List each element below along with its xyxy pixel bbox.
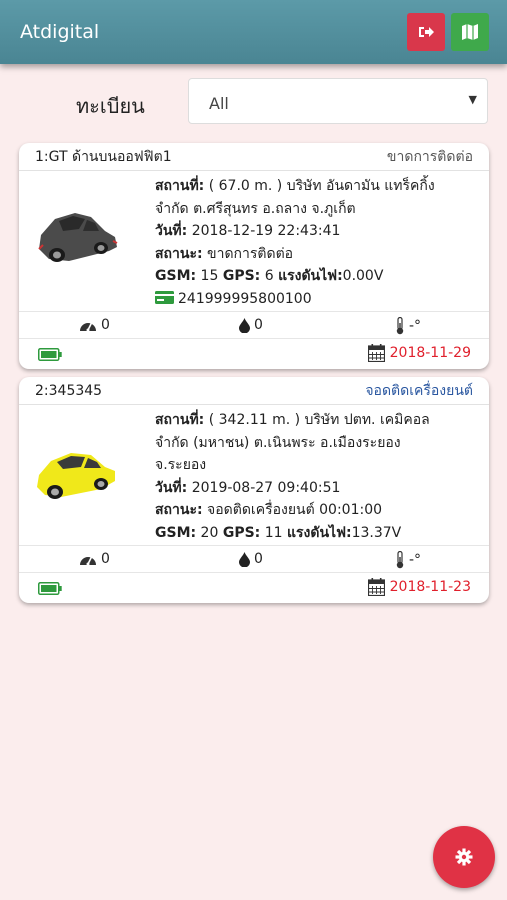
- date-value: 2019-08-27 09:40:51: [187, 479, 341, 496]
- fuel-value: 0: [254, 551, 263, 567]
- state-label: สถานะ:: [155, 245, 203, 262]
- card-footer: 2018-11-29: [19, 339, 489, 369]
- location-row: สถานที่: ( 67.0 m. ) บริษัท อันดามัน แทร…: [155, 175, 485, 198]
- gsm-label: GSM:: [155, 268, 197, 284]
- speed-value: 0: [101, 317, 110, 333]
- vehicle-info: สถานที่: ( 67.0 m. ) บริษัท อันดามัน แทร…: [155, 175, 485, 310]
- card-header: 1:GT ด้านบนออฟฟิต1 ขาดการติดต่อ: [19, 143, 489, 171]
- app-bar: Atdigital: [0, 0, 507, 64]
- map-button[interactable]: [451, 13, 489, 51]
- state-row: สถานะ: ขาดการติดต่อ: [155, 243, 485, 266]
- caret-down-icon: ▼: [468, 93, 477, 106]
- sim-number: 241999995800100: [178, 290, 312, 307]
- car-gray-icon: [38, 213, 118, 262]
- settings-button[interactable]: [433, 826, 495, 888]
- signal-row: GSM: 20 GPS: 11 แรงดันไฟ:13.37V: [155, 522, 485, 545]
- date-label: วันที่:: [155, 479, 188, 496]
- speedometer-icon: [80, 321, 96, 332]
- volt-label: แรงดันไฟ:: [278, 268, 343, 284]
- gps-label: GPS:: [222, 268, 261, 284]
- location-row-2: จำกัด (มหาชน) ต.เนินพระ อ.เมืองระยอง: [155, 434, 401, 451]
- card-footer: 2018-11-23: [19, 573, 489, 603]
- location-row: สถานที่: ( 342.11 m. ) บริษัท ปตท. เคมิค…: [155, 409, 485, 432]
- vehicle-name: 2:345345: [35, 382, 103, 399]
- filter-label: ทะเบียน: [76, 94, 145, 118]
- gsm-value: 20: [196, 524, 223, 541]
- expire-date-value: 2018-11-29: [389, 345, 471, 361]
- vehicle-status: ขาดการติดต่อ: [386, 148, 473, 165]
- temperature-sensor: -°: [395, 551, 421, 569]
- location-row-2: จำกัด ต.ศรีสุนทร อ.ถลาง จ.ภูเก็ต: [155, 200, 356, 217]
- vehicle-name: 1:GT ด้านบนออฟฟิต1: [35, 148, 172, 165]
- speed-sensor: 0: [79, 551, 110, 567]
- speedometer-icon: [80, 555, 96, 566]
- date-label: วันที่:: [155, 223, 188, 239]
- sign-out-icon: [419, 27, 434, 37]
- state-label: สถานะ:: [155, 502, 203, 518]
- volt-label: แรงดันไฟ:: [286, 524, 352, 541]
- signal-row: GSM: 15 GPS: 6 แรงดันไฟ:0.00V: [155, 265, 485, 288]
- sim-row: 241999995800100: [155, 288, 485, 311]
- filter-row: ทะเบียน All ▼: [0, 78, 507, 124]
- thermometer-icon: [396, 551, 404, 569]
- expire-date: 2018-11-29: [367, 344, 471, 362]
- speed-sensor: 0: [79, 317, 110, 333]
- tint-icon: [239, 317, 250, 333]
- calendar-icon: [367, 344, 385, 362]
- plate-select-value: All: [209, 94, 229, 113]
- vehicle-card[interactable]: 1:GT ด้านบนออฟฟิต1 ขาดการติดต่อ สถานที่:…: [19, 143, 489, 369]
- battery-full-icon: [38, 582, 62, 595]
- logout-button[interactable]: [407, 13, 445, 51]
- speed-value: 0: [101, 551, 110, 567]
- card-body: สถานที่: ( 67.0 m. ) บริษัท อันดามัน แทร…: [19, 171, 489, 311]
- state-value: จอดติดเครื่องยนต์ 00:01:00: [202, 502, 383, 518]
- sensor-row: 0 0 -°: [19, 311, 489, 339]
- state-value: ขาดการติดต่อ: [202, 245, 294, 262]
- gps-value: 11: [260, 524, 287, 541]
- fuel-sensor: 0: [239, 551, 263, 567]
- sensor-row: 0 0 -°: [19, 545, 489, 573]
- vehicle-card[interactable]: 2:345345 จอดติดเครื่องยนต์ สถานที่: ( 34…: [19, 377, 489, 603]
- gps-value: 6: [260, 268, 279, 284]
- location-label: สถานที่:: [155, 412, 205, 428]
- date-value: 2018-12-19 22:43:41: [187, 223, 341, 239]
- vehicle-status: จอดติดเครื่องยนต์: [365, 382, 473, 399]
- expire-date-value: 2018-11-23: [389, 579, 471, 595]
- thermometer-icon: [396, 317, 404, 335]
- location-label: สถานที่:: [155, 178, 205, 194]
- date-row: วันที่: 2018-12-19 22:43:41: [155, 220, 485, 243]
- temperature-value: -°: [409, 552, 422, 568]
- temperature-value: -°: [409, 318, 422, 334]
- location-row-3: จ.ระยอง: [155, 457, 207, 473]
- battery-full-icon: [38, 348, 62, 361]
- date-row: วันที่: 2019-08-27 09:40:51: [155, 477, 485, 500]
- sim-card-icon: [155, 290, 174, 304]
- map-icon: [462, 24, 478, 40]
- gps-label: GPS:: [222, 524, 261, 541]
- card-header: 2:345345 จอดติดเครื่องยนต์: [19, 377, 489, 405]
- volt-value: 0.00V: [342, 268, 384, 284]
- app-title: Atdigital: [20, 21, 100, 43]
- car-yellow-icon: [37, 453, 115, 499]
- vehicle-info: สถานที่: ( 342.11 m. ) บริษัท ปตท. เคมิค…: [155, 409, 485, 544]
- state-row: สถานะ: จอดติดเครื่องยนต์ 00:01:00: [155, 499, 485, 522]
- calendar-icon: [367, 578, 385, 596]
- tint-icon: [239, 551, 250, 567]
- location-value: ( 342.11 m. ) บริษัท ปตท. เคมิคอล: [204, 412, 430, 428]
- gsm-value: 15: [196, 268, 223, 284]
- expire-date: 2018-11-23: [367, 578, 471, 596]
- gsm-label: GSM:: [155, 524, 197, 541]
- temperature-sensor: -°: [395, 317, 421, 335]
- card-body: สถานที่: ( 342.11 m. ) บริษัท ปตท. เคมิค…: [19, 405, 489, 545]
- plate-select[interactable]: All ▼: [188, 78, 488, 124]
- fuel-value: 0: [254, 317, 263, 333]
- volt-value: 13.37V: [351, 524, 402, 541]
- fuel-sensor: 0: [239, 317, 263, 333]
- gear-icon: [455, 848, 473, 866]
- location-value: ( 67.0 m. ) บริษัท อันดามัน แทร็คกิ้ง: [204, 178, 435, 194]
